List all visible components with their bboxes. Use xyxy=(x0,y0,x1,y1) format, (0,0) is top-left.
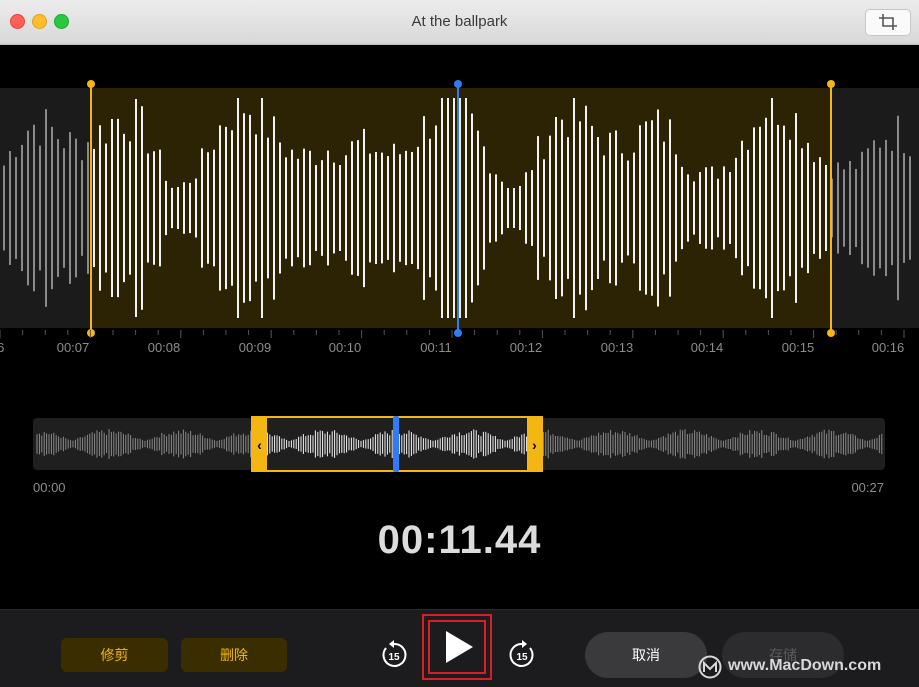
selection-start-knob-top[interactable] xyxy=(87,80,95,88)
playback-time: 00:11.44 xyxy=(377,518,542,562)
watermark-text: www.MacDown.com xyxy=(728,657,882,674)
delete-button[interactable]: 删除 xyxy=(181,638,287,672)
playhead-knob-bottom[interactable] xyxy=(454,329,462,337)
crop-icon xyxy=(879,14,897,30)
skip-forward-icon: 15 xyxy=(509,640,534,667)
title-bar: At the ballpark xyxy=(0,0,919,45)
chevron-left-icon: ‹ xyxy=(257,437,262,453)
main-waveform[interactable] xyxy=(0,44,919,340)
play-icon xyxy=(446,631,473,663)
overview-waveform[interactable]: ‹ › xyxy=(0,410,919,480)
macdown-logo-icon xyxy=(698,655,722,679)
skip-back-value: 15 xyxy=(388,652,400,663)
selection-end-knob-bottom[interactable] xyxy=(827,329,835,337)
time-label: 00:07 xyxy=(56,340,90,355)
play-button[interactable] xyxy=(422,614,492,680)
time-label: 00:14 xyxy=(690,340,724,355)
window-title: At the ballpark xyxy=(411,13,508,30)
chevron-right-icon: › xyxy=(532,437,537,453)
time-label: 00:10 xyxy=(328,340,362,355)
overview-playhead[interactable] xyxy=(393,416,399,472)
time-axis: 6 00:07 00:08 00:09 00:10 00:11 00:12 00:13 00:1… xyxy=(0,340,919,360)
time-label: 00:13 xyxy=(600,340,634,355)
playhead-knob-top[interactable] xyxy=(454,80,462,88)
overview-end-time: 00:27 xyxy=(851,480,884,495)
trim-button[interactable]: 修剪 xyxy=(61,638,168,672)
time-ticks xyxy=(0,330,905,338)
crop-button[interactable] xyxy=(865,9,911,36)
time-label: 00:15 xyxy=(781,340,815,355)
cancel-button[interactable]: 取消 xyxy=(585,632,707,678)
time-label: 00:12 xyxy=(509,340,543,355)
time-label: 00:16 xyxy=(871,340,905,355)
selection-end-knob-top[interactable] xyxy=(827,80,835,88)
skip-back-15-button[interactable]: 15 xyxy=(378,639,410,671)
time-label: 6 xyxy=(0,340,5,355)
selection-start-knob-bottom[interactable] xyxy=(87,329,95,337)
skip-back-icon: 15 xyxy=(382,640,407,667)
time-label: 00:11 xyxy=(420,340,452,355)
time-label: 00:08 xyxy=(147,340,181,355)
bottom-toolbar: 修剪 删除 15 15 取消 存储 xyxy=(0,609,919,687)
overview-start-time: 00:00 xyxy=(33,480,66,495)
time-label: 00:09 xyxy=(238,340,272,355)
skip-forward-15-button[interactable]: 15 xyxy=(506,639,538,671)
skip-forward-value: 15 xyxy=(516,652,528,663)
